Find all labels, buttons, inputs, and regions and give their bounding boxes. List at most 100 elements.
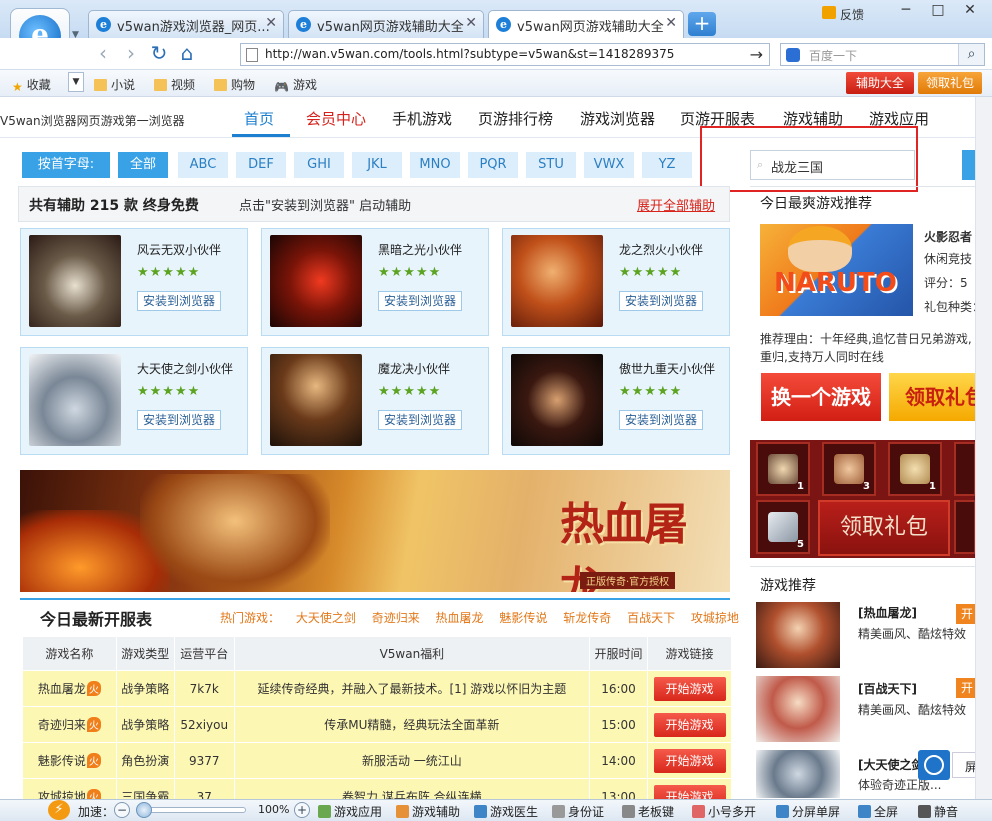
status-game-aids[interactable]: 游戏辅助: [396, 803, 460, 820]
letter-filter-abc[interactable]: ABC: [178, 152, 228, 178]
search-icon[interactable]: ⌕: [958, 44, 984, 65]
game-banner[interactable]: 热血屠龙 正版传奇·官方授权: [20, 470, 730, 592]
back-icon[interactable]: ‹: [92, 43, 114, 65]
install-button[interactable]: 安装到浏览器: [137, 410, 221, 430]
menu-game-browser[interactable]: 游戏浏览器: [580, 108, 655, 129]
maximize-icon[interactable]: □: [922, 2, 954, 18]
tab-1[interactable]: e v5wan游戏浏览器_网页... ✕: [88, 10, 284, 38]
status-fullscreen[interactable]: 全屏: [858, 803, 898, 820]
letter-filter-yz[interactable]: YZ: [642, 152, 692, 178]
aid-name[interactable]: 黑暗之光小伙伴: [378, 241, 462, 258]
menu-webgame-ranking[interactable]: 页游排行榜: [478, 108, 553, 129]
status-id-card[interactable]: 身份证: [552, 803, 604, 820]
gift-slot[interactable]: [954, 500, 976, 554]
status-game-apps[interactable]: 游戏应用: [318, 803, 382, 820]
letter-filter-ghi[interactable]: GHI: [294, 152, 344, 178]
letter-filter-def[interactable]: DEF: [236, 152, 286, 178]
hot-game-link[interactable]: 斩龙传奇: [563, 611, 611, 625]
aid-name[interactable]: 大天使之剑小伙伴: [137, 360, 233, 377]
claim-gift-button[interactable]: 领取礼包: [889, 373, 979, 421]
hot-game-link[interactable]: 大天使之剑: [296, 611, 356, 625]
status-boss-key[interactable]: 老板键: [622, 803, 674, 820]
menu-member-center[interactable]: 会员中心: [306, 108, 366, 129]
hot-game-link[interactable]: 热血屠龙: [436, 611, 484, 625]
address-bar[interactable]: http://wan.v5wan.com/tools.html?subtype=…: [240, 43, 770, 66]
new-tab-button[interactable]: +: [688, 12, 716, 36]
install-button[interactable]: 安装到浏览器: [137, 291, 221, 311]
forward-icon[interactable]: ›: [120, 43, 142, 65]
featured-game-name[interactable]: 火影忍者: [924, 228, 972, 245]
game-name-cell[interactable]: 奇迹归来火: [22, 706, 117, 743]
close-window-icon[interactable]: ✕: [954, 2, 986, 18]
aid-thumbnail[interactable]: [511, 235, 603, 327]
hot-game-link[interactable]: 百战天下: [627, 611, 675, 625]
recommend-game-title[interactable]: [热血屠龙]: [858, 604, 917, 621]
fav-games[interactable]: 🎮 游戏: [274, 76, 317, 94]
aid-thumbnail[interactable]: [29, 235, 121, 327]
letter-filter-stu[interactable]: STU: [526, 152, 576, 178]
recommend-game-image[interactable]: [756, 676, 840, 742]
gift-slot[interactable]: 5: [756, 500, 810, 554]
install-button[interactable]: 安装到浏览器: [378, 291, 462, 311]
status-split-screen[interactable]: 分屏单屏: [776, 803, 840, 820]
favorites-button[interactable]: ★ 收藏: [12, 76, 51, 94]
aid-name[interactable]: 魔龙决小伙伴: [378, 360, 450, 377]
zoom-in-icon[interactable]: +: [294, 802, 310, 818]
hot-game-link[interactable]: 魅影传说: [499, 611, 547, 625]
fav-novel[interactable]: 小说: [94, 76, 135, 93]
gift-slot[interactable]: 1: [756, 442, 810, 496]
gift-slot[interactable]: [954, 442, 976, 496]
browser-search-box[interactable]: 百度一下 ⌕: [780, 43, 985, 66]
change-game-button[interactable]: 换一个游戏: [761, 373, 881, 421]
aid-name[interactable]: 傲世九重天小伙伴: [619, 360, 715, 377]
install-button[interactable]: 安装到浏览器: [619, 410, 703, 430]
aid-thumbnail[interactable]: [511, 354, 603, 446]
speed-slider-handle[interactable]: [136, 802, 152, 818]
status-multi-account[interactable]: 小号多开: [692, 803, 756, 820]
hot-game-link[interactable]: 奇迹归来: [372, 611, 420, 625]
screen-tool-icon[interactable]: [918, 750, 950, 780]
zoom-out-icon[interactable]: −: [114, 802, 130, 818]
hot-game-link[interactable]: 攻城掠地: [691, 611, 739, 625]
featured-game-image[interactable]: NARUTO: [760, 224, 913, 316]
aid-collection-button[interactable]: 辅助大全: [846, 72, 914, 94]
letter-filter-vwx[interactable]: VWX: [584, 152, 634, 178]
game-name-cell[interactable]: 热血屠龙火: [22, 670, 117, 707]
recommend-game-title[interactable]: [百战天下]: [858, 680, 917, 697]
aid-name[interactable]: 龙之烈火小伙伴: [619, 241, 703, 258]
install-button[interactable]: 安装到浏览器: [378, 410, 462, 430]
home-icon[interactable]: ⌂: [176, 43, 198, 65]
recommend-game-image[interactable]: [756, 602, 840, 668]
feedback-link[interactable]: 反馈: [840, 6, 864, 23]
letter-filter-all[interactable]: 全部: [118, 152, 168, 178]
status-mute[interactable]: 静音: [918, 803, 958, 820]
expand-all-aids-link[interactable]: 展开全部辅助: [637, 195, 715, 214]
letter-filter-pqr[interactable]: PQR: [468, 152, 518, 178]
gift-slot[interactable]: 3: [822, 442, 876, 496]
start-game-button[interactable]: 开始游戏: [653, 712, 726, 737]
aid-name[interactable]: 风云无双小伙伴: [137, 241, 221, 258]
start-game-button[interactable]: 开始游戏: [653, 748, 726, 773]
vertical-scrollbar[interactable]: [975, 97, 992, 799]
menu-home[interactable]: 首页: [244, 108, 274, 129]
fav-video[interactable]: 视频: [154, 76, 195, 93]
letter-filter-jkl[interactable]: JKL: [352, 152, 402, 178]
gift-slot[interactable]: 1: [888, 442, 942, 496]
speed-slider[interactable]: [140, 807, 246, 813]
refresh-icon[interactable]: ↻: [148, 43, 170, 65]
favorites-dropdown-icon[interactable]: ▼: [68, 72, 84, 92]
aid-thumbnail[interactable]: [270, 235, 362, 327]
close-icon[interactable]: ✕: [465, 15, 477, 31]
minimize-icon[interactable]: ─: [890, 2, 922, 18]
accelerate-icon[interactable]: ⚡: [48, 800, 70, 820]
search-placeholder[interactable]: 百度一下: [809, 47, 857, 64]
install-button[interactable]: 安装到浏览器: [619, 291, 703, 311]
claim-gift-button[interactable]: 领取礼包: [918, 72, 982, 94]
tab-3-active[interactable]: e v5wan网页游戏辅助大全 ✕: [488, 10, 684, 39]
status-game-doctor[interactable]: 游戏医生: [474, 803, 538, 820]
gift-claim-button[interactable]: 领取礼包: [818, 500, 950, 556]
recommend-game-image[interactable]: [756, 750, 840, 798]
letter-filter-mno[interactable]: MNO: [410, 152, 460, 178]
close-icon[interactable]: ✕: [665, 15, 677, 31]
go-arrow-icon[interactable]: →: [750, 45, 763, 64]
